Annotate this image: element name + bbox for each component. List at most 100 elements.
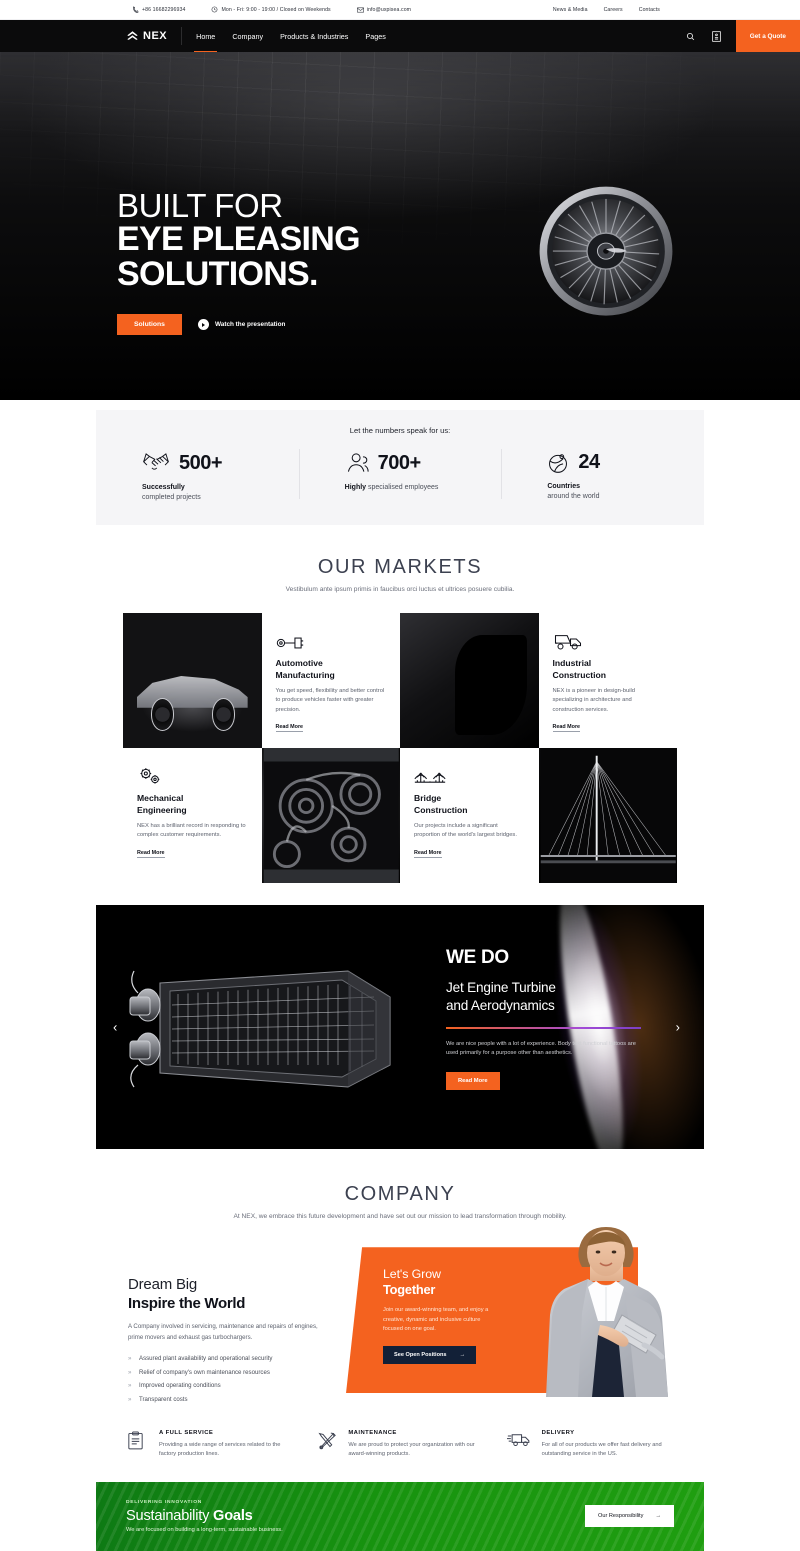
nav-divider xyxy=(181,27,183,45)
piston-icon xyxy=(276,637,303,649)
chevron-logo-icon xyxy=(127,30,138,40)
feature-icon-wrap xyxy=(506,1430,533,1460)
stats-section: Let the numbers speak for us: 500+ Succe… xyxy=(96,410,704,526)
get-quote-button[interactable]: Get a Quote xyxy=(735,20,800,52)
list-item: Relief of company's own maintenance reso… xyxy=(128,1368,328,1378)
sustainability-banner: DELIVERING INNOVATION Sustainability Goa… xyxy=(96,1481,704,1551)
top-link-contacts[interactable]: Contacts xyxy=(639,7,660,13)
top-link-careers[interactable]: Careers xyxy=(604,7,623,13)
hero-actions: Solutions Watch the presentation xyxy=(117,314,360,336)
jet-turbine-image xyxy=(539,186,673,316)
nav-menu: Home Company Products & Industries Pages xyxy=(194,27,386,53)
stat-label-bold: Successfully xyxy=(142,484,185,491)
wedo-next-button[interactable]: › xyxy=(676,1020,680,1035)
market-card-mechanical[interactable]: Mechanical Engineering NEX has a brillia… xyxy=(123,748,262,884)
nav-item-pages[interactable]: Pages xyxy=(365,27,385,46)
hours-info: Mon - Fri: 9:00 - 19:00 / Closed on Week… xyxy=(211,6,331,13)
search-button[interactable] xyxy=(678,32,704,41)
market-title-line1: Industrial xyxy=(552,658,592,669)
radiator-module-image xyxy=(129,970,391,1088)
cable-bridge-illustration xyxy=(540,748,676,884)
company-heading: COMPANY At NEX, we embrace this future d… xyxy=(0,1183,800,1220)
stat-label: Highly specialised employees xyxy=(345,483,502,493)
stat-item-projects: 500+ Successfully completed projects xyxy=(96,451,299,503)
phone-info[interactable]: +86 16682296934 xyxy=(132,6,185,13)
employee-photo xyxy=(546,1227,668,1398)
company-heading-light: Dream Big xyxy=(128,1276,198,1294)
email-info[interactable]: info@uxpisea.com xyxy=(356,6,412,13)
stats-title: Let the numbers speak for us: xyxy=(349,426,451,435)
top-links: News & Media Careers Contacts xyxy=(553,7,660,13)
brand-logo[interactable]: NEX xyxy=(126,30,181,43)
feature-text: A FULL SERVICE Providing a wide range of… xyxy=(159,1430,293,1460)
wedo-heading: Jet Engine Turbine and Aerodynamics xyxy=(446,979,641,1014)
nav-item-company[interactable]: Company xyxy=(232,27,263,46)
brand-name: NEX xyxy=(143,30,168,42)
market-title-line2: Engineering xyxy=(137,804,187,815)
engine-belts-illustration xyxy=(263,748,399,884)
our-responsibility-button[interactable]: Our Responsibility → xyxy=(585,1505,674,1528)
sustainability-section-wrap: DELIVERING INNOVATION Sustainability Goa… xyxy=(0,1481,800,1551)
feature-description: We are proud to protect your organizatio… xyxy=(348,1441,475,1458)
market-title-line1: Automotive xyxy=(275,658,323,669)
play-icon xyxy=(197,319,209,331)
gears-icon xyxy=(140,768,160,784)
stat-label-rest: completed projects xyxy=(142,494,201,502)
top-info-bar: +86 16682296934 Mon - Fri: 9:00 - 19:00 … xyxy=(0,0,800,20)
market-card-bridge[interactable]: Bridge Construction Our projects include… xyxy=(400,748,539,884)
handshake-icon xyxy=(143,453,169,470)
market-card-industrial[interactable]: Industrial Construction NEX is a pioneer… xyxy=(538,613,677,749)
arrow-right-icon: → xyxy=(655,1513,661,1520)
market-icon-wrap xyxy=(553,625,664,651)
email-address: info@uxpisea.com xyxy=(366,6,412,13)
hero-banner: BUILT FOR EYE PLEASING SOLUTIONS. Soluti… xyxy=(0,52,800,400)
wedo-slider: ‹ › WE DO Jet Engine Turbine and Aerodyn… xyxy=(96,905,704,1150)
market-image-industrial xyxy=(400,613,539,749)
hero-solutions-button[interactable]: Solutions xyxy=(117,314,182,336)
market-title: Mechanical Engineering xyxy=(137,793,248,816)
wedo-body-text: We are nice people with a lot of experie… xyxy=(446,1040,636,1057)
stat-top: 500+ xyxy=(142,451,299,475)
wedo-prev-button[interactable]: ‹ xyxy=(113,1020,117,1035)
stat-label: Successfully completed projects xyxy=(142,483,299,503)
nav-actions: Get a Quote xyxy=(678,20,800,52)
market-card-automotive[interactable]: Automotive Manufacturing You get speed, … xyxy=(261,613,400,749)
market-read-more[interactable]: Read More xyxy=(275,724,304,733)
feature-description: For all of our products we offer fast de… xyxy=(541,1441,662,1458)
company-title: COMPANY xyxy=(344,1183,456,1206)
stats-section-wrap: Let the numbers speak for us: 500+ Succe… xyxy=(0,400,800,526)
wedo-read-more-button[interactable]: Read More xyxy=(446,1071,500,1090)
market-read-more[interactable]: Read More xyxy=(137,850,165,858)
arrow-right-icon: → xyxy=(459,1351,466,1358)
hero-watch-button[interactable]: Watch the presentation xyxy=(197,319,285,331)
stat-label-rest: specialised employees xyxy=(366,484,439,491)
market-title: Automotive Manufacturing xyxy=(276,658,387,681)
careers-paragraph: Join our award-winning team, and enjoy a… xyxy=(383,1307,489,1332)
company-subtitle: At NEX, we embrace this future developme… xyxy=(233,1213,567,1221)
market-read-more[interactable]: Read More xyxy=(552,724,581,733)
sustainability-copy: DELIVERING INNOVATION Sustainability Goa… xyxy=(96,1500,283,1533)
market-image-mechanical xyxy=(261,748,400,884)
engine-dark-shape xyxy=(455,634,528,735)
company-body: Dream Big Inspire the World A Company in… xyxy=(0,1227,800,1408)
globe-icon xyxy=(549,453,568,473)
market-description: NEX is a pioneer in design-build special… xyxy=(552,687,636,713)
cart-button[interactable] xyxy=(704,30,730,42)
sustainability-subtitle: We are focused on building a long-term, … xyxy=(126,1526,283,1533)
company-right-column: Let's Grow Together Join our award-winni… xyxy=(346,1227,672,1408)
delivery-truck-icon xyxy=(506,1434,530,1446)
bridge-icon xyxy=(414,772,446,784)
working-hours: Mon - Fri: 9:00 - 19:00 / Closed on Week… xyxy=(221,6,331,13)
wedo-gradient-rule xyxy=(446,1027,641,1029)
see-open-positions-button[interactable]: See Open Positions → xyxy=(383,1345,477,1364)
main-navigation: NEX Home Company Products & Industries P… xyxy=(0,20,800,53)
market-read-more[interactable]: Read More xyxy=(414,850,442,858)
top-link-news[interactable]: News & Media xyxy=(553,7,588,13)
careers-heading-bold: Together xyxy=(383,1282,436,1298)
nav-item-home[interactable]: Home xyxy=(194,27,218,53)
nav-item-products[interactable]: Products & Industries xyxy=(280,27,348,46)
company-bullet-list: Assured plant availability and operation… xyxy=(128,1354,328,1404)
stat-label-rest: around the world xyxy=(547,493,600,501)
list-item: Assured plant availability and operation… xyxy=(128,1354,328,1364)
market-title-line1: Mechanical xyxy=(137,793,184,804)
